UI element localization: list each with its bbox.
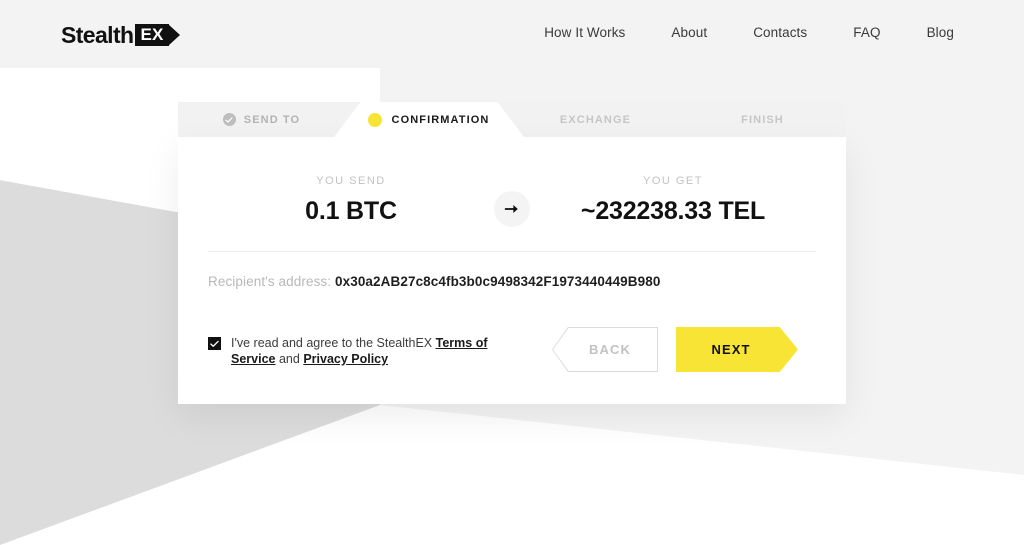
nav-item-contacts[interactable]: Contacts — [730, 25, 830, 40]
you-get-label: YOU GET — [642, 175, 703, 187]
nav-item-about[interactable]: About — [648, 25, 730, 40]
terms-text: I've read and agree to the StealthEX Ter… — [231, 335, 499, 367]
you-send-label: YOU SEND — [316, 175, 386, 187]
action-buttons: BACK NEXT — [552, 327, 798, 372]
nav-item-how-it-works[interactable]: How It Works — [521, 25, 648, 40]
step-tab-finish[interactable]: FINISH — [679, 102, 846, 137]
card-body: YOU SEND 0.1 BTC YOU GET ~232238.33 TEL … — [178, 137, 846, 404]
step-label-confirmation: CONFIRMATION — [391, 113, 490, 126]
recipient-address-row: Recipient's address: 0x30a2AB27c8c4fb3b0… — [178, 252, 846, 289]
check-circle-icon — [222, 113, 236, 126]
exchange-card: SEND TO CONFIRMATION EXCHANGE FINISH YOU… — [178, 102, 846, 404]
nav-item-blog[interactable]: Blog — [904, 25, 954, 40]
next-button[interactable]: NEXT — [676, 327, 798, 372]
terms-text-before: I've read and agree to the StealthEX — [231, 336, 433, 350]
site-header: Stealth EX How It Works About Contacts F… — [0, 0, 1024, 68]
back-button-label: BACK — [553, 328, 657, 371]
recipient-address-value: 0x30a2AB27c8c4fb3b0c9498342F1973440449B9… — [335, 274, 661, 289]
recipient-address-label: Recipient's address: — [208, 274, 332, 289]
terms-agreement: I've read and agree to the StealthEX Ter… — [208, 331, 552, 367]
logo-badge: EX — [135, 24, 180, 46]
privacy-policy-link[interactable]: Privacy Policy — [303, 352, 388, 366]
you-send-block: YOU SEND 0.1 BTC — [208, 175, 494, 226]
main-nav: How It Works About Contacts FAQ Blog — [521, 25, 954, 40]
next-button-label: NEXT — [711, 342, 751, 357]
terms-text-and: and — [278, 352, 300, 366]
you-get-block: YOU GET ~232238.33 TEL — [530, 175, 816, 226]
page-root: Stealth EX How It Works About Contacts F… — [0, 0, 1024, 545]
arrow-right-icon — [494, 191, 530, 227]
step-label-exchange: EXCHANGE — [559, 113, 632, 126]
step-tab-exchange[interactable]: EXCHANGE — [512, 102, 679, 137]
back-button[interactable]: BACK — [552, 327, 658, 372]
logo[interactable]: Stealth EX — [61, 21, 180, 49]
card-footer: I've read and agree to the StealthEX Ter… — [178, 289, 846, 372]
you-get-value: ~232238.33 TEL — [580, 197, 766, 225]
step-label-send-to: SEND TO — [243, 113, 301, 126]
logo-badge-text: EX — [135, 24, 169, 46]
dot-icon — [367, 112, 382, 127]
terms-checkbox[interactable] — [208, 337, 221, 350]
step-tabs: SEND TO CONFIRMATION EXCHANGE FINISH — [178, 102, 846, 137]
amounts-row: YOU SEND 0.1 BTC YOU GET ~232238.33 TEL — [178, 137, 846, 227]
step-tab-confirmation[interactable]: CONFIRMATION — [345, 102, 512, 137]
you-send-value: 0.1 BTC — [305, 197, 397, 225]
step-tab-send-to[interactable]: SEND TO — [178, 102, 345, 137]
logo-wordmark: Stealth — [61, 21, 134, 48]
nav-item-faq[interactable]: FAQ — [830, 25, 903, 40]
logo-arrow-icon — [167, 24, 180, 46]
step-label-finish: FINISH — [741, 113, 784, 126]
